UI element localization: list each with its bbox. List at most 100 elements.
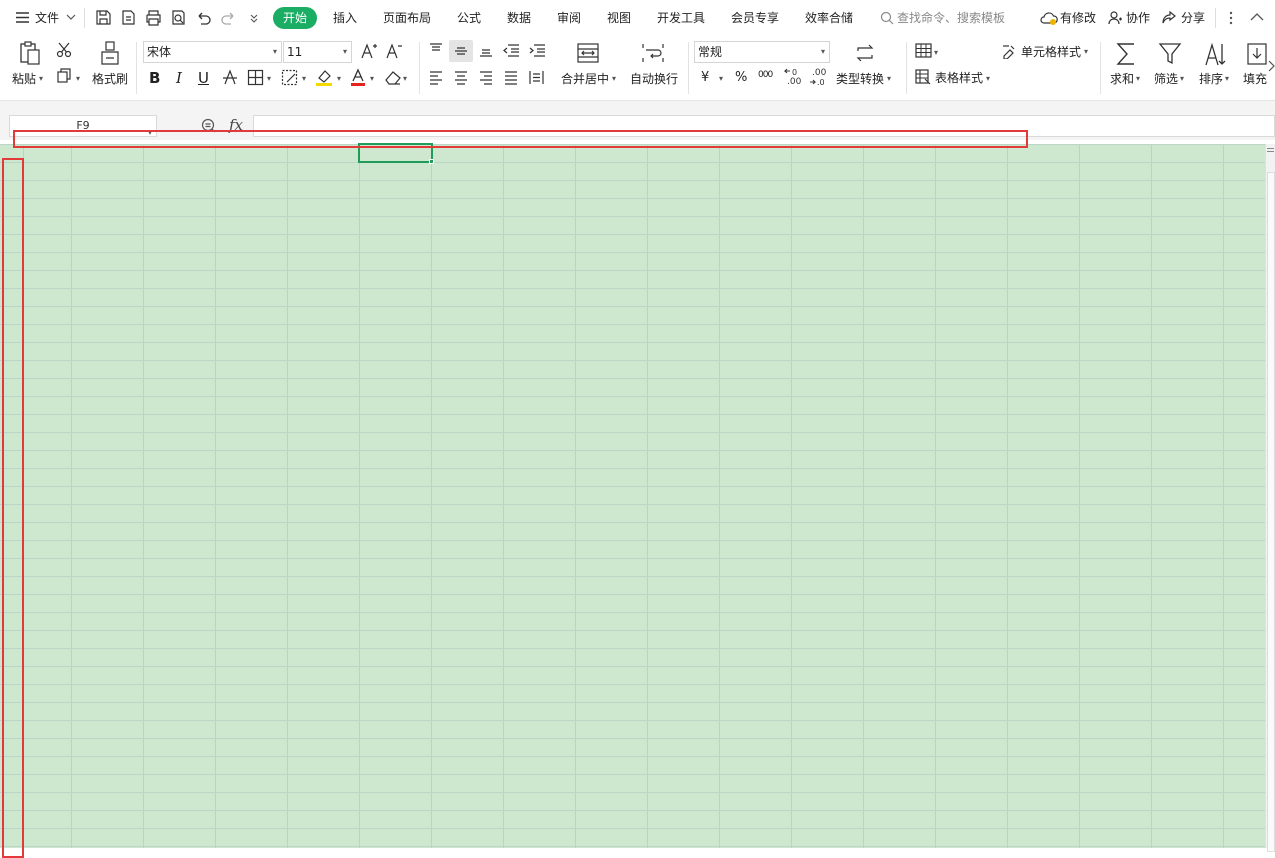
hamburger-icon[interactable] — [15, 11, 33, 29]
font-color-icon[interactable] — [350, 68, 366, 87]
align-top-icon[interactable] — [428, 42, 444, 58]
paste-dropdown-icon[interactable]: ▾ — [39, 74, 43, 83]
align-middle-button[interactable] — [449, 40, 473, 62]
copy-dropdown-icon[interactable]: ▾ — [76, 74, 80, 83]
align-left-icon[interactable] — [428, 69, 444, 85]
type-convert-icon[interactable] — [854, 42, 876, 64]
distributed-align-icon[interactable] — [528, 69, 545, 85]
increase-decimal-icon[interactable]: .00 0 — [784, 67, 802, 87]
tab-review[interactable]: 审阅 — [557, 10, 581, 26]
tab-page-layout[interactable]: 页面布局 — [383, 10, 431, 26]
clear-format-icon[interactable] — [384, 69, 402, 86]
format-painter-icon[interactable] — [100, 40, 120, 66]
tab-start[interactable]: 开始 — [273, 7, 317, 29]
ribbon-scroll-right-icon[interactable] — [1268, 60, 1275, 72]
fill-pattern-dropdown-icon[interactable]: ▾ — [302, 74, 306, 83]
decrease-indent-icon[interactable] — [502, 42, 520, 58]
cell-style-dropdown-icon[interactable]: ▾ — [1084, 47, 1088, 56]
sum-button[interactable]: 求和 — [1110, 72, 1134, 86]
export-pdf-icon[interactable] — [120, 9, 138, 27]
auto-wrap-button[interactable]: 自动换行 — [630, 72, 678, 86]
increase-indent-icon[interactable] — [528, 42, 546, 58]
border-dropdown-icon[interactable]: ▾ — [267, 74, 271, 83]
vertical-scrollbar[interactable] — [1265, 144, 1275, 852]
tab-formulas[interactable]: 公式 — [457, 10, 481, 26]
auto-wrap-icon[interactable] — [641, 42, 665, 64]
merge-dropdown-icon[interactable]: ▾ — [612, 74, 616, 83]
print-preview-icon[interactable] — [170, 9, 188, 27]
tab-efficiency[interactable]: 效率合储 — [805, 10, 853, 26]
merge-center-button[interactable]: 合并居中 — [561, 72, 609, 86]
fill-button[interactable]: 填充 — [1243, 72, 1267, 86]
font-size-select[interactable]: 11 ▾ — [283, 41, 352, 63]
currency-dropdown-icon[interactable]: ▾ — [719, 74, 723, 83]
chevron-down-icon[interactable] — [66, 13, 76, 21]
file-menu[interactable]: 文件 — [35, 10, 59, 26]
fill-handle[interactable] — [429, 159, 434, 164]
percent-button[interactable]: % — [735, 71, 747, 85]
tab-developer[interactable]: 开发工具 — [657, 10, 705, 26]
filter-dropdown-icon[interactable]: ▾ — [1180, 74, 1184, 83]
bold-button[interactable]: B — [149, 69, 160, 87]
tab-view[interactable]: 视图 — [607, 10, 631, 26]
cell-style-icon[interactable] — [1001, 43, 1017, 59]
number-format-select[interactable]: 常规 ▾ — [694, 41, 830, 63]
print-icon[interactable] — [145, 9, 163, 27]
fill-icon[interactable] — [1246, 42, 1268, 66]
copy-icon[interactable] — [56, 68, 72, 84]
underline-button[interactable]: U — [198, 69, 209, 87]
cell-style-button[interactable]: 单元格样式 — [1021, 45, 1081, 59]
sort-icon[interactable] — [1203, 41, 1227, 67]
collaborate-button[interactable]: 协作 — [1126, 10, 1150, 26]
cut-icon[interactable] — [55, 41, 73, 59]
undo-icon[interactable] — [195, 9, 213, 27]
save-icon[interactable] — [95, 9, 113, 27]
conditional-format-dropdown-icon[interactable]: ▾ — [934, 48, 938, 57]
redo-icon[interactable] — [220, 9, 238, 27]
font-color-dropdown-icon[interactable]: ▾ — [370, 74, 374, 83]
collapse-ribbon-icon[interactable] — [1250, 12, 1264, 22]
italic-button[interactable]: I — [176, 69, 182, 87]
align-bottom-icon[interactable] — [478, 42, 494, 58]
type-convert-button[interactable]: 类型转换 — [836, 72, 884, 86]
quick-access-more-icon[interactable] — [249, 13, 259, 23]
border-icon[interactable] — [247, 69, 264, 86]
strikethrough-icon[interactable] — [222, 69, 238, 86]
tab-data[interactable]: 数据 — [507, 10, 531, 26]
collaborate-icon[interactable] — [1107, 10, 1123, 26]
fill-color-dropdown-icon[interactable]: ▾ — [337, 74, 341, 83]
merge-center-icon[interactable] — [576, 42, 600, 64]
type-convert-dropdown-icon[interactable]: ▾ — [887, 74, 891, 83]
modified-status[interactable]: 有修改 — [1060, 10, 1096, 26]
paste-button[interactable]: 粘贴 — [12, 72, 36, 86]
decrease-decimal-icon[interactable]: .00.0 — [809, 67, 827, 87]
paste-icon[interactable] — [18, 40, 42, 66]
conditional-format-icon[interactable] — [915, 43, 932, 58]
tab-insert[interactable]: 插入 — [333, 10, 357, 26]
share-icon[interactable] — [1161, 10, 1177, 26]
justify-icon[interactable] — [503, 69, 519, 85]
sum-icon[interactable] — [1115, 41, 1137, 67]
decrease-font-icon[interactable] — [385, 42, 403, 60]
sort-dropdown-icon[interactable]: ▾ — [1225, 74, 1229, 83]
fill-pattern-icon[interactable] — [281, 69, 300, 86]
sort-button[interactable]: 排序 — [1199, 72, 1223, 86]
clear-format-dropdown-icon[interactable]: ▾ — [403, 74, 407, 83]
increase-font-icon[interactable] — [360, 42, 378, 60]
search-input[interactable]: 查找命令、搜索模板 — [897, 9, 1005, 26]
more-options-icon[interactable] — [1228, 10, 1234, 26]
align-center-icon[interactable] — [453, 69, 469, 85]
format-painter-button[interactable]: 格式刷 — [92, 72, 128, 86]
search-icon[interactable] — [880, 11, 894, 25]
table-style-icon[interactable] — [915, 69, 932, 85]
share-button[interactable]: 分享 — [1181, 10, 1205, 26]
scrollbar-thumb[interactable] — [1267, 172, 1275, 852]
thousands-button[interactable]: 000 — [758, 68, 773, 82]
tab-member[interactable]: 会员专享 — [731, 10, 779, 26]
filter-button[interactable]: 筛选 — [1154, 72, 1178, 86]
align-right-icon[interactable] — [478, 69, 494, 85]
sum-dropdown-icon[interactable]: ▾ — [1136, 74, 1140, 83]
table-style-dropdown-icon[interactable]: ▾ — [986, 74, 990, 83]
currency-button[interactable]: ¥ — [701, 71, 709, 85]
fill-color-icon[interactable] — [315, 68, 333, 87]
